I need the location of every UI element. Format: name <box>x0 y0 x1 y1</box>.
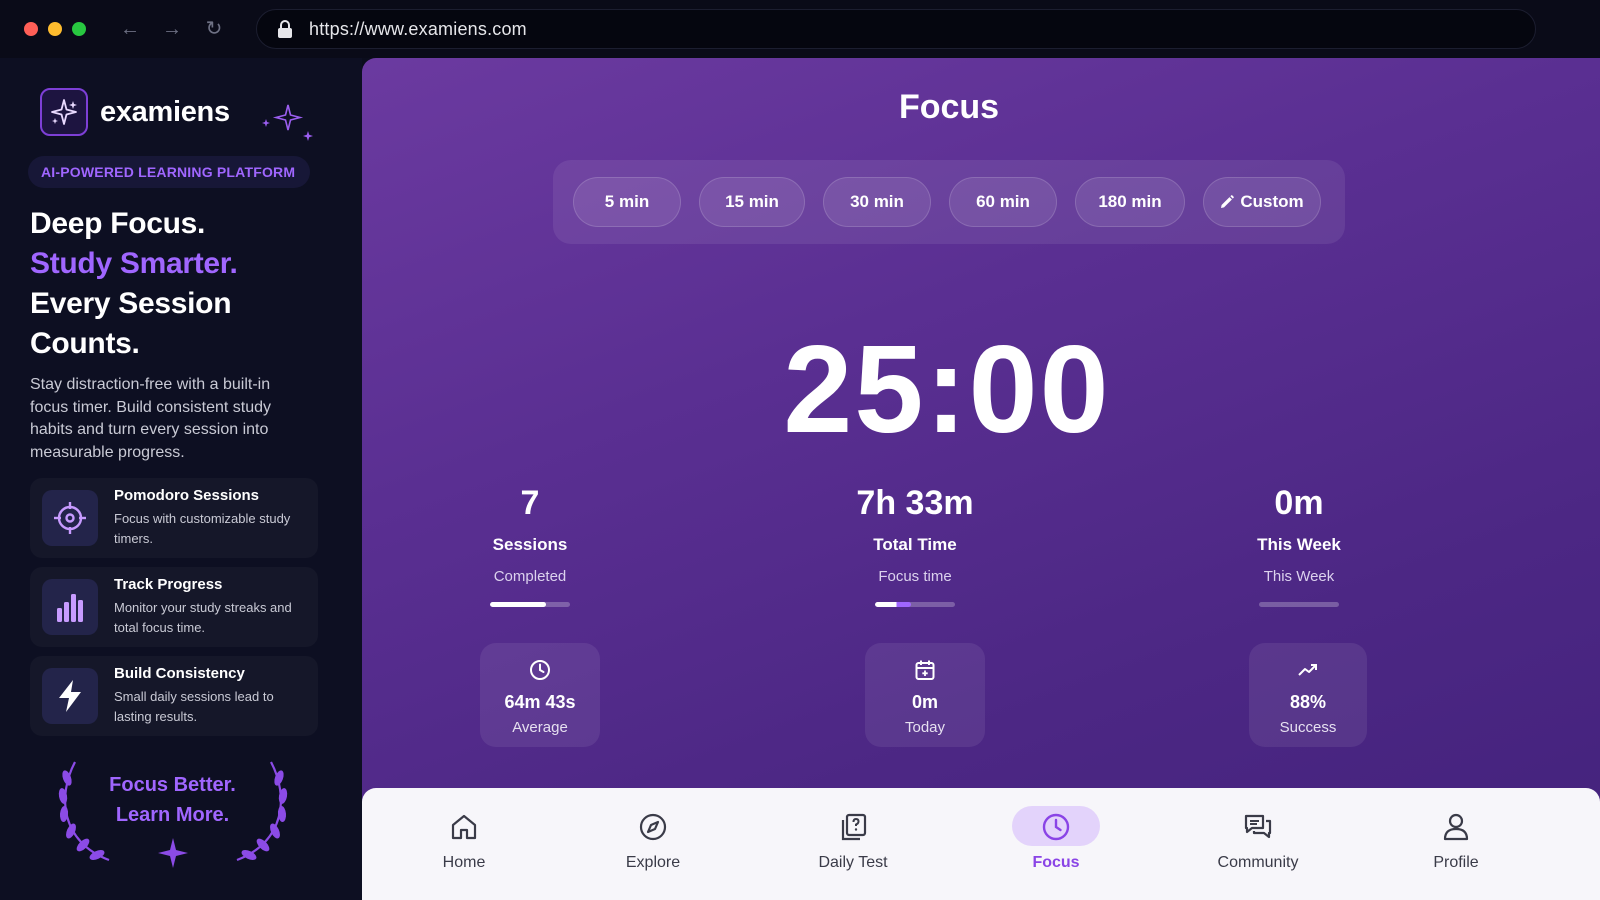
url-text: https://www.examiens.com <box>309 18 527 39</box>
reload-icon[interactable]: ↻ <box>204 19 224 39</box>
feature-card-pomodoro: Pomodoro Sessions Focus with customizabl… <box>30 478 318 558</box>
address-bar[interactable]: https://www.examiens.com <box>256 9 1536 49</box>
stat-sub: Completed <box>493 568 567 585</box>
focus-panel: Focus 5 min 15 min 30 min 60 min 180 min… <box>362 58 1600 900</box>
mini-value: 0m <box>911 692 938 712</box>
minimize-window-button[interactable] <box>48 22 62 36</box>
progress-bar <box>875 602 955 607</box>
lightning-icon <box>42 668 98 724</box>
sidebar: examiens AI-POWERED LEARNING PLATFORM De… <box>0 58 362 900</box>
nav-label: Home <box>442 854 486 871</box>
nav-item-explore[interactable]: Explore <box>593 810 713 872</box>
nav-item-daily-test[interactable]: Daily Test <box>793 810 913 872</box>
back-arrow-icon[interactable]: ← <box>120 19 140 39</box>
preset-5-min-button[interactable]: 5 min <box>573 177 681 227</box>
brand-name: examiens <box>100 95 230 128</box>
stat-label: This Week <box>1257 535 1341 554</box>
clock-icon <box>530 660 550 680</box>
page-title: Focus <box>898 88 1000 126</box>
nav-item-home[interactable]: Home <box>404 810 524 872</box>
headline-line-2: Study Smarter. <box>30 247 238 280</box>
chat-bubbles-icon <box>1198 810 1318 844</box>
preset-15-min-button[interactable]: 15 min <box>699 177 805 227</box>
nav-label: Explore <box>625 854 681 871</box>
nav-item-community[interactable]: Community <box>1198 810 1318 872</box>
bar-chart-icon <box>42 579 98 635</box>
headline-line-1: Deep Focus. <box>30 207 206 240</box>
stat-sub: This Week <box>1263 568 1335 585</box>
pencil-icon <box>1221 195 1235 208</box>
stat-value: 7 <box>520 484 540 522</box>
window-controls <box>24 22 86 36</box>
nav-item-profile[interactable]: Profile <box>1396 810 1516 872</box>
feature-card-track-progress: Track Progress Monitor your study streak… <box>30 567 318 647</box>
preset-30-min-button[interactable]: 30 min <box>823 177 931 227</box>
custom-duration-button[interactable]: Custom <box>1203 177 1321 227</box>
bottom-nav: Home Explore Daily Test Focus Community … <box>362 788 1600 900</box>
mini-label: Today <box>904 719 946 736</box>
laurel-motto: Focus Better. Learn More. <box>0 770 345 830</box>
nav-label: Daily Test <box>818 854 888 871</box>
feature-title: Track Progress <box>114 576 223 593</box>
lock-icon <box>277 20 293 38</box>
stat-value: 0m <box>1274 484 1324 522</box>
clock-icon <box>996 810 1116 844</box>
stat-value: 7h 33m <box>856 484 974 522</box>
custom-label: Custom <box>1240 192 1304 211</box>
mini-card-average: 64m 43s Average <box>480 643 600 747</box>
feature-desc: Monitor your study streaks and total foc… <box>114 600 292 635</box>
laurel-line-2: Learn More. <box>115 804 230 826</box>
calendar-icon <box>915 660 935 680</box>
trend-up-icon <box>1298 664 1317 676</box>
duration-presets: 5 min 15 min 30 min 60 min 180 min Custo… <box>553 160 1345 244</box>
progress-fill <box>490 602 546 607</box>
nav-item-focus[interactable]: Focus <box>996 810 1116 872</box>
timer-display: 25:00 <box>783 321 1111 459</box>
brand[interactable]: examiens <box>40 88 230 136</box>
maximize-window-button[interactable] <box>72 22 86 36</box>
quiz-icon <box>793 810 913 844</box>
stat-label: Total Time <box>873 535 957 554</box>
headline-line-3: Every Session <box>30 287 232 320</box>
user-icon <box>1396 810 1516 844</box>
progress-fill <box>875 602 911 607</box>
sparkles-icon <box>262 104 313 141</box>
stat-this-week: 0m This Week This Week <box>1209 483 1389 607</box>
feature-title: Build Consistency <box>114 665 245 682</box>
feature-desc: Small daily sessions lead to lasting res… <box>114 689 274 724</box>
mini-label: Success <box>1279 719 1337 736</box>
home-icon <box>404 810 524 844</box>
mini-card-today: 0m Today <box>865 643 985 747</box>
feature-card-build-consistency: Build Consistency Small daily sessions l… <box>30 656 318 736</box>
nav-label: Focus <box>1032 854 1080 871</box>
nav-label: Community <box>1217 854 1299 871</box>
sparkle-logo-icon <box>40 88 88 136</box>
mini-value: 88% <box>1289 692 1327 712</box>
crosshair-icon <box>42 490 98 546</box>
feature-title: Pomodoro Sessions <box>114 487 260 504</box>
preset-60-min-button[interactable]: 60 min <box>949 177 1057 227</box>
stat-sessions: 7 Sessions Completed <box>440 483 620 607</box>
progress-bar <box>490 602 570 607</box>
forward-arrow-icon[interactable]: → <box>162 19 182 39</box>
nav-label: Profile <box>1433 854 1479 871</box>
browser-nav: ← → ↻ <box>120 19 224 39</box>
stat-sub: Focus time <box>878 568 952 585</box>
headline-line-4: Counts. <box>30 327 140 360</box>
mini-value: 64m 43s <box>504 692 576 712</box>
tagline-badge: AI-POWERED LEARNING PLATFORM <box>28 156 310 188</box>
headline: Deep Focus. Study Smarter. Every Session… <box>30 204 238 364</box>
progress-bar <box>1259 602 1339 607</box>
feature-desc: Focus with customizable study timers. <box>114 511 291 546</box>
stat-total-time: 7h 33m Total Time Focus time <box>825 483 1005 607</box>
laurel-line-1: Focus Better. <box>109 774 236 796</box>
browser-chrome: ← → ↻ https://www.examiens.com <box>0 0 1600 58</box>
mini-label: Average <box>512 719 568 736</box>
mini-card-success: 88% Success <box>1249 643 1367 747</box>
close-window-button[interactable] <box>24 22 38 36</box>
sidebar-description: Stay distraction-free with a built-in fo… <box>30 376 271 461</box>
stat-label: Sessions <box>492 535 568 554</box>
compass-icon <box>593 810 713 844</box>
preset-180-min-button[interactable]: 180 min <box>1075 177 1185 227</box>
